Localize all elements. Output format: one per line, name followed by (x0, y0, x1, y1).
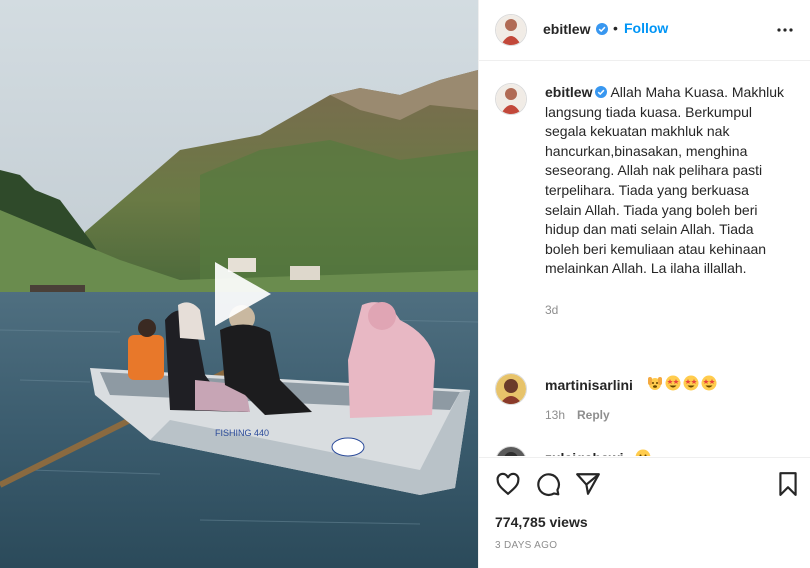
play-icon[interactable] (203, 258, 275, 330)
caption-timestamp[interactable]: 3d (545, 303, 558, 317)
star-struck-emoji (701, 375, 717, 391)
more-options-icon[interactable] (775, 20, 795, 40)
commenter-username[interactable]: zulaiqahawi (545, 450, 624, 456)
caption-text: Allah Maha Kuasa. Makhluk langsung tiada… (545, 84, 785, 277)
raising-hands-emoji (648, 377, 662, 390)
star-struck-emoji (683, 375, 699, 391)
author-username[interactable]: ebitlew (543, 21, 590, 37)
verified-badge-icon (595, 86, 608, 98)
verified-badge-icon (596, 23, 608, 35)
post-date[interactable]: 3 DAYS AGO (495, 540, 557, 551)
post-header: ebitlew • Follow (479, 0, 810, 61)
smiling-emoji (635, 449, 651, 456)
comment-item: martinisarlini 13h Reply (495, 373, 795, 433)
caption-avatar[interactable] (495, 83, 527, 115)
follow-button[interactable]: Follow (624, 20, 668, 36)
commenter-username[interactable]: martinisarlini (545, 377, 633, 393)
reply-button[interactable]: Reply (577, 408, 610, 422)
comment-timestamp[interactable]: 13h (545, 408, 565, 422)
bookmark-icon[interactable] (775, 471, 801, 497)
post-panel: ebitlew • Follow ebitlew Allah Maha Kuasa… (478, 0, 810, 568)
post-video[interactable]: FISHING 440 (0, 0, 478, 568)
comment-item: zulaiqahawi (495, 446, 795, 456)
caption-body: ebitlew Allah Maha Kuasa. Makhluk langsun… (545, 83, 785, 279)
view-count[interactable]: 774,785 views (495, 514, 588, 530)
comment-icon[interactable] (535, 471, 561, 497)
comment-text (647, 375, 717, 391)
author-avatar[interactable] (495, 14, 527, 46)
star-struck-emoji (665, 375, 681, 391)
commenter-avatar[interactable] (495, 373, 527, 405)
heart-icon[interactable] (495, 471, 521, 497)
caption-username[interactable]: ebitlew (545, 84, 592, 100)
share-icon[interactable] (575, 471, 601, 497)
comments-section[interactable]: ebitlew Allah Maha Kuasa. Makhluk langsun… (479, 61, 810, 456)
commenter-avatar[interactable] (495, 446, 527, 456)
post-actions: 774,785 views 3 DAYS AGO (479, 457, 810, 568)
separator-dot: • (613, 20, 618, 36)
svg-text:FISHING 440: FISHING 440 (215, 428, 269, 438)
